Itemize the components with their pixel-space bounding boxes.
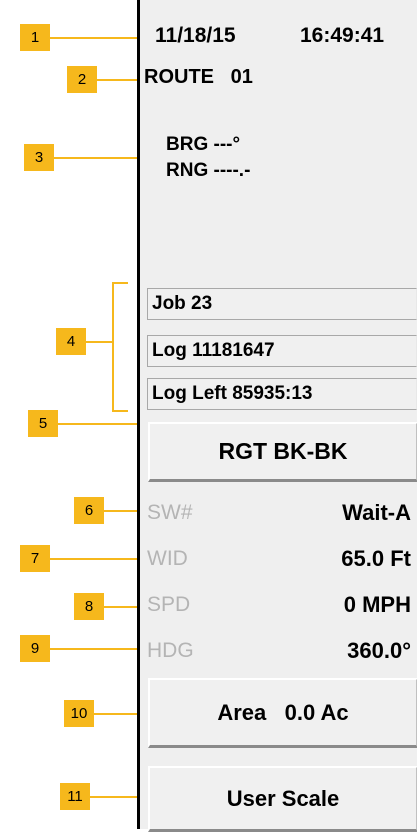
time-readout: 16:49:41 [300,24,385,47]
date-readout: 11/18/15 [155,24,236,47]
log-left-field: Log Left 85935:13 [147,378,417,410]
callout-11: 11 [60,783,90,810]
speed-label: SPD [147,593,191,616]
leader-line-4 [86,341,112,343]
sw-label: SW# [147,501,193,524]
area-value: 0.0 Ac [284,700,349,725]
heading-label: HDG [147,639,194,662]
area-label: Area [217,700,267,725]
leader-line-2 [97,79,141,81]
callout-6: 6 [74,497,104,524]
width-label: WID [147,547,188,570]
speed-value: 0 MPH [343,592,411,617]
user-scale-button[interactable]: User Scale [148,766,417,832]
device-status-panel: 11/18/15 16:49:41 ROUTE 01 BRG ---° RNG … [137,0,417,832]
callout-8: 8 [74,593,104,620]
sw-value: Wait-A [342,500,411,525]
callout-2: 2 [67,66,97,93]
width-value: 65.0 Ft [341,546,411,571]
direction-button[interactable]: RGT BK-BK [148,422,417,482]
log-field: Log 11181647 [147,335,417,367]
leader-line-7 [50,558,146,560]
job-field: Job 23 [147,288,417,320]
heading-value: 360.0° [347,638,411,663]
bearing-readout: BRG ---° [166,134,241,155]
callout-3: 3 [24,144,54,171]
bracket-4 [112,282,128,412]
area-button[interactable]: Area 0.0 Ac [148,678,417,748]
callout-7: 7 [20,545,50,572]
leader-line-9 [50,648,146,650]
route-label: ROUTE 01 [144,66,253,88]
callout-4: 4 [56,328,86,355]
range-readout: RNG ----.- [166,160,251,181]
callout-5: 5 [28,410,58,437]
callout-10: 10 [64,700,94,727]
callout-9: 9 [20,635,50,662]
callout-1: 1 [20,24,50,51]
